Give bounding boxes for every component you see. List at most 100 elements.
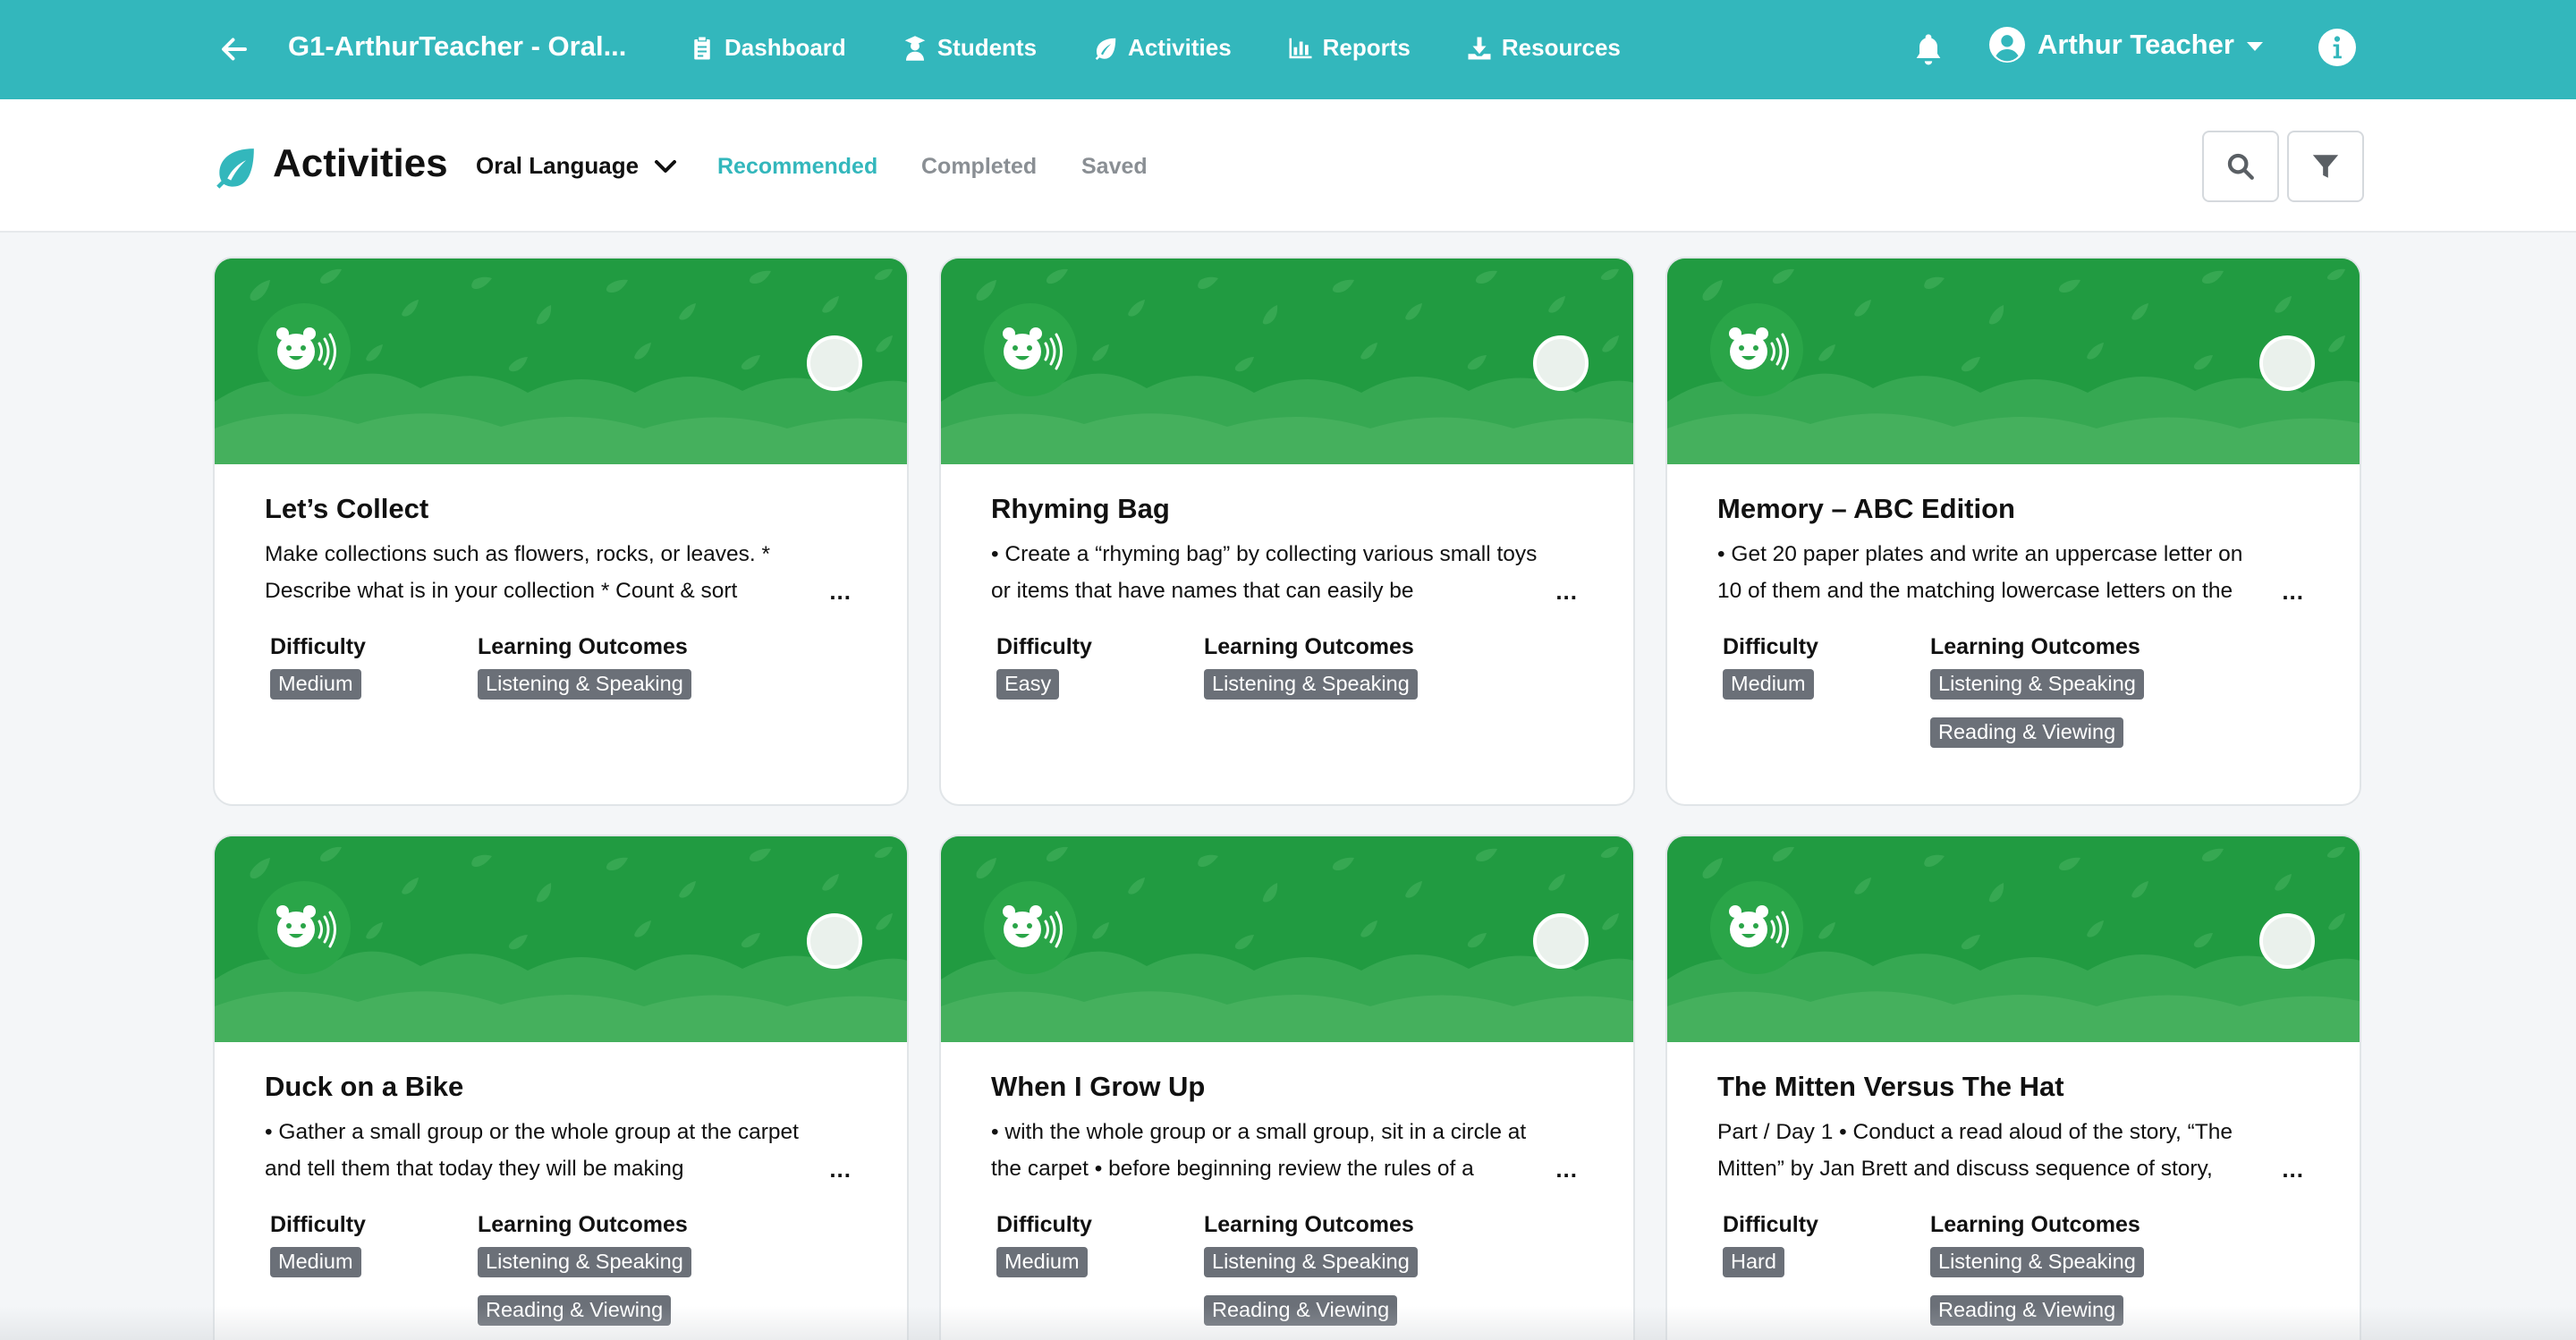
difficulty-tag: Medium: [996, 1247, 1088, 1277]
difficulty-tag: Easy: [996, 669, 1060, 700]
difficulty-tag: Medium: [1723, 669, 1814, 700]
nav-activities[interactable]: Activities: [1092, 34, 1232, 62]
more-options-button[interactable]: ...: [829, 578, 852, 606]
card-meta: Difficulty Medium Learning Outcomes List…: [270, 1212, 857, 1326]
difficulty-label: Difficulty: [996, 634, 1092, 659]
tab-completed[interactable]: Completed: [921, 154, 1037, 180]
outcome-tags: Listening & Speaking Reading & Viewing: [1930, 660, 2144, 748]
outcome-tag: Listening & Speaking: [478, 669, 691, 700]
more-options-button[interactable]: ...: [2282, 578, 2304, 606]
oral-language-badge: [984, 881, 1077, 974]
oral-language-badge: [258, 881, 351, 974]
bell-icon[interactable]: [1911, 30, 1946, 68]
outcomes-label: Learning Outcomes: [1204, 1212, 1414, 1237]
save-toggle[interactable]: [2259, 335, 2315, 391]
card-description: • with the whole group or a small group,…: [991, 1120, 1527, 1181]
difficulty-label: Difficulty: [270, 1212, 366, 1237]
top-navigation-bar: G1-ArthurTeacher - Oral... Dashboard Stu…: [0, 0, 2576, 99]
outcome-tag: Listening & Speaking: [1930, 669, 2144, 700]
difficulty-label: Difficulty: [270, 634, 366, 659]
students-icon: [904, 35, 926, 61]
caret-down-icon: [2246, 42, 2263, 51]
save-toggle[interactable]: [2259, 913, 2315, 969]
activity-card[interactable]: Rhyming Bag • Create a “rhyming bag” by …: [939, 257, 1635, 806]
card-title: The Mitten Versus The Hat: [1717, 1071, 2064, 1102]
outcomes-label: Learning Outcomes: [1204, 634, 1414, 659]
outcomes-section: Learning Outcomes Listening & Speaking Re…: [478, 1212, 691, 1326]
more-options-button[interactable]: ...: [829, 1156, 852, 1183]
activity-card[interactable]: Memory – ABC Edition • Get 20 paper plat…: [1665, 257, 2361, 806]
save-toggle[interactable]: [807, 335, 862, 391]
outcome-tag: Reading & Viewing: [1930, 1295, 2124, 1326]
outcomes-section: Learning Outcomes Listening & Speaking Re…: [1204, 1212, 1418, 1326]
more-options-button[interactable]: ...: [1555, 578, 1578, 606]
speaking-bear-icon: [1729, 905, 1789, 948]
nav-label: Students: [936, 34, 1038, 61]
app-title[interactable]: G1-ArthurTeacher - Oral...: [288, 30, 626, 63]
subject-select[interactable]: Oral Language: [476, 152, 678, 180]
card-description-wrap: • Gather a small group or the whole grou…: [265, 1114, 857, 1187]
tab-saved[interactable]: Saved: [1081, 154, 1148, 180]
nav-students[interactable]: Students: [902, 34, 1037, 62]
page-title: Activities: [273, 141, 448, 185]
save-toggle[interactable]: [807, 913, 862, 969]
activity-card[interactable]: Let’s Collect Make collections such as f…: [213, 257, 909, 806]
outcomes-label: Learning Outcomes: [478, 1212, 688, 1237]
outcomes-section: Learning Outcomes Listening & Speaking Re…: [1930, 1212, 2144, 1326]
speaking-bear-icon: [1003, 905, 1063, 948]
card-description: • Create a “rhyming bag” by collecting v…: [991, 542, 1538, 603]
activity-card[interactable]: The Mitten Versus The Hat Part / Day 1 •…: [1665, 835, 2361, 1340]
nav-resources[interactable]: Resources: [1466, 34, 1621, 62]
card-banner: [941, 836, 1633, 1042]
oral-language-badge: [1710, 303, 1803, 396]
difficulty-label: Difficulty: [1723, 1212, 1818, 1237]
nav-dashboard[interactable]: Dashboard: [689, 34, 846, 62]
difficulty-label: Difficulty: [1723, 634, 1818, 659]
arrow-left-icon[interactable]: [218, 30, 250, 68]
nav-reports[interactable]: Reports: [1287, 34, 1411, 62]
outcome-tag: Reading & Viewing: [1204, 1295, 1398, 1326]
search-button[interactable]: [2202, 131, 2279, 202]
more-options-button[interactable]: ...: [1555, 1156, 1578, 1183]
difficulty-section: Difficulty Medium: [270, 634, 478, 700]
activity-card[interactable]: When I Grow Up • with the whole group or…: [939, 835, 1635, 1340]
outcome-tags: Listening & Speaking Reading & Viewing: [478, 1238, 691, 1326]
user-menu[interactable]: Arthur Teacher: [1989, 27, 2263, 63]
leaf-icon: [216, 148, 254, 189]
outcomes-label: Learning Outcomes: [478, 634, 688, 659]
outcome-tag: Listening & Speaking: [478, 1247, 691, 1277]
card-title: Duck on a Bike: [265, 1071, 464, 1102]
card-body: Rhyming Bag • Create a “rhyming bag” by …: [941, 464, 1633, 804]
difficulty-section: Difficulty Medium: [270, 1212, 478, 1326]
tab-recommended[interactable]: Recommended: [717, 154, 877, 180]
card-description: Part / Day 1 • Conduct a read aloud of t…: [1717, 1120, 2233, 1181]
activity-card[interactable]: Duck on a Bike • Gather a small group or…: [213, 835, 909, 1340]
card-meta: Difficulty Medium Learning Outcomes List…: [270, 634, 857, 700]
card-description-wrap: • Create a “rhyming bag” by collecting v…: [991, 536, 1583, 609]
outcomes-section: Learning Outcomes Listening & Speaking Re…: [1930, 634, 2144, 748]
save-toggle[interactable]: [1533, 913, 1589, 969]
nav-label: Dashboard: [724, 34, 846, 61]
oral-language-badge: [1710, 881, 1803, 974]
save-toggle[interactable]: [1533, 335, 1589, 391]
outcomes-section: Learning Outcomes Listening & Speaking: [1204, 634, 1418, 700]
info-icon[interactable]: [2318, 29, 2356, 66]
outcomes-label: Learning Outcomes: [1930, 634, 2140, 659]
user-name: Arthur Teacher: [2038, 29, 2234, 60]
filter-button[interactable]: [2287, 131, 2364, 202]
more-options-button[interactable]: ...: [2282, 1156, 2304, 1183]
bar-chart-icon: [1289, 38, 1312, 58]
nav-label: Reports: [1322, 34, 1411, 61]
user-avatar-icon: [1989, 27, 2025, 63]
card-title: Let’s Collect: [265, 493, 429, 524]
difficulty-section: Difficulty Medium: [1723, 634, 1930, 748]
speaking-bear-icon: [276, 327, 336, 370]
card-meta: Difficulty Hard Learning Outcomes Listen…: [1723, 1212, 2309, 1326]
card-title: Memory – ABC Edition: [1717, 493, 2015, 524]
card-body: The Mitten Versus The Hat Part / Day 1 •…: [1667, 1042, 2360, 1340]
outcome-tag: Listening & Speaking: [1204, 669, 1418, 700]
subject-select-value: Oral Language: [476, 152, 640, 179]
clipboard-icon: [694, 37, 710, 59]
card-title: When I Grow Up: [991, 1071, 1206, 1102]
outcome-tag: Listening & Speaking: [1930, 1247, 2144, 1277]
